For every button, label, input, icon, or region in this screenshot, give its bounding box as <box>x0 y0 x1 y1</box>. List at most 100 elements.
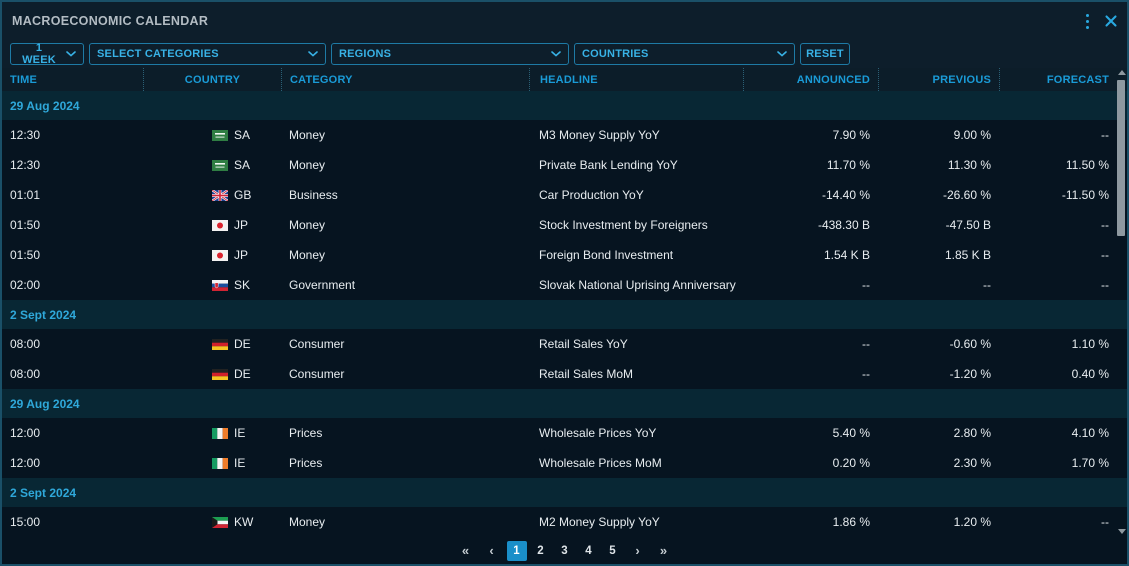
cell-announced: 5.40 % <box>743 426 878 440</box>
date-group-label: 29 Aug 2024 <box>10 99 80 113</box>
country-flag-icon <box>212 517 228 528</box>
cell-category: Prices <box>281 426 529 440</box>
scroll-down-icon[interactable] <box>1118 529 1126 534</box>
cell-headline: Retail Sales YoY <box>529 337 743 351</box>
cell-time: 12:30 <box>2 128 143 142</box>
pagination-prev-button[interactable]: ‹ <box>481 541 503 561</box>
regions-dropdown-value: REGIONS <box>339 48 391 60</box>
table-row[interactable]: 15:00 KW Money M2 Money Supply YoY 1.86 … <box>2 507 1127 537</box>
cell-previous: 2.30 % <box>878 456 999 470</box>
country-flag-icon <box>212 130 228 141</box>
page-button-4[interactable]: 4 <box>579 541 599 561</box>
pagination-next-button[interactable]: › <box>627 541 649 561</box>
table-row[interactable]: 01:01 GB Business Car Production YoY -14… <box>2 180 1127 210</box>
cell-previous: 11.30 % <box>878 158 999 172</box>
categories-dropdown[interactable]: SELECT CATEGORIES <box>89 43 326 65</box>
page-button-1[interactable]: 1 <box>507 541 527 561</box>
vertical-scrollbar[interactable] <box>1116 66 1127 538</box>
cell-country: DE <box>143 337 281 351</box>
cell-country: DE <box>143 367 281 381</box>
page-button-5[interactable]: 5 <box>603 541 623 561</box>
cell-forecast: -- <box>999 218 1127 232</box>
cell-previous: -1.20 % <box>878 367 999 381</box>
cell-time: 12:00 <box>2 456 143 470</box>
date-group-label: 2 Sept 2024 <box>10 308 76 322</box>
macroeconomic-calendar-window: MACROECONOMIC CALENDAR 1 WEEK SELECT CAT… <box>0 0 1129 566</box>
column-header-forecast[interactable]: FORECAST <box>999 68 1127 91</box>
reset-button[interactable]: RESET <box>800 43 850 65</box>
page-button-2[interactable]: 2 <box>531 541 551 561</box>
cell-category: Consumer <box>281 367 529 381</box>
country-flag-icon <box>212 458 228 469</box>
cell-announced: -438.30 B <box>743 218 878 232</box>
countries-dropdown[interactable]: COUNTRIES <box>574 43 795 65</box>
country-flag-icon <box>212 220 228 231</box>
chevron-down-icon <box>551 51 561 57</box>
table-row[interactable]: 12:00 IE Prices Wholesale Prices MoM 0.2… <box>2 448 1127 478</box>
table-row[interactable]: 12:30 SA Money M3 Money Supply YoY 7.90 … <box>2 120 1127 150</box>
cell-category: Money <box>281 128 529 142</box>
pagination-first-button[interactable]: « <box>455 541 477 561</box>
regions-dropdown[interactable]: REGIONS <box>331 43 569 65</box>
table-row[interactable]: 12:00 IE Prices Wholesale Prices YoY 5.4… <box>2 418 1127 448</box>
cell-announced: -- <box>743 337 878 351</box>
cell-forecast: 4.10 % <box>999 426 1127 440</box>
column-header-announced[interactable]: ANNOUNCED <box>743 68 878 91</box>
cell-headline: Slovak National Uprising Anniversary <box>529 278 743 292</box>
country-code: DE <box>234 367 251 381</box>
cell-announced: 1.86 % <box>743 515 878 529</box>
column-header-time[interactable]: TIME <box>2 68 143 91</box>
country-flag-icon <box>212 428 228 439</box>
window-title: MACROECONOMIC CALENDAR <box>12 14 208 28</box>
table-row[interactable]: 02:00 SK Government Slovak National Upri… <box>2 270 1127 300</box>
cell-forecast: -- <box>999 128 1127 142</box>
scrollbar-thumb[interactable] <box>1117 80 1125 236</box>
cell-category: Money <box>281 515 529 529</box>
column-header-category[interactable]: CATEGORY <box>281 68 529 91</box>
date-group-row: 29 Aug 2024 <box>2 389 1127 418</box>
country-code: JP <box>234 248 248 262</box>
date-group-label: 29 Aug 2024 <box>10 397 80 411</box>
country-flag-icon <box>212 369 228 380</box>
date-group-row: 2 Sept 2024 <box>2 300 1127 329</box>
column-header-country[interactable]: COUNTRY <box>143 68 281 91</box>
table-row[interactable]: 01:50 JP Money Foreign Bond Investment 1… <box>2 240 1127 270</box>
table-row[interactable]: 12:30 SA Money Private Bank Lending YoY … <box>2 150 1127 180</box>
cell-previous: 2.80 % <box>878 426 999 440</box>
table-header: TIME COUNTRY CATEGORY HEADLINE ANNOUNCED… <box>2 68 1127 91</box>
cell-category: Money <box>281 158 529 172</box>
column-header-headline[interactable]: HEADLINE <box>529 68 743 91</box>
cell-country: JP <box>143 248 281 262</box>
title-bar: MACROECONOMIC CALENDAR <box>2 2 1127 40</box>
country-code: IE <box>234 456 245 470</box>
cell-headline: Retail Sales MoM <box>529 367 743 381</box>
table-row[interactable]: 08:00 DE Consumer Retail Sales MoM -- -1… <box>2 359 1127 389</box>
cell-headline: Stock Investment by Foreigners <box>529 218 743 232</box>
period-dropdown-value: 1 WEEK <box>18 42 60 66</box>
pagination-pages: 12345 <box>507 541 623 561</box>
table-row[interactable]: 08:00 DE Consumer Retail Sales YoY -- -0… <box>2 329 1127 359</box>
cell-announced: 11.70 % <box>743 158 878 172</box>
cell-previous: 9.00 % <box>878 128 999 142</box>
close-icon[interactable] <box>1105 15 1117 27</box>
pagination-last-button[interactable]: » <box>653 541 675 561</box>
period-dropdown[interactable]: 1 WEEK <box>10 43 84 65</box>
cell-announced: -- <box>743 367 878 381</box>
cell-headline: Private Bank Lending YoY <box>529 158 743 172</box>
cell-time: 12:30 <box>2 158 143 172</box>
column-header-previous[interactable]: PREVIOUS <box>878 68 999 91</box>
table-row[interactable]: 01:50 JP Money Stock Investment by Forei… <box>2 210 1127 240</box>
country-code: JP <box>234 218 248 232</box>
cell-category: Business <box>281 188 529 202</box>
cell-time: 12:00 <box>2 426 143 440</box>
cell-previous: -47.50 B <box>878 218 999 232</box>
scroll-up-icon[interactable] <box>1118 70 1126 75</box>
cell-previous: -0.60 % <box>878 337 999 351</box>
country-code: GB <box>234 188 251 202</box>
kebab-menu-icon[interactable] <box>1084 12 1091 31</box>
cell-country: SK <box>143 278 281 292</box>
cell-country: KW <box>143 515 281 529</box>
filter-bar: 1 WEEK SELECT CATEGORIES REGIONS COUNTRI… <box>2 40 1127 68</box>
countries-dropdown-value: COUNTRIES <box>582 48 649 60</box>
page-button-3[interactable]: 3 <box>555 541 575 561</box>
